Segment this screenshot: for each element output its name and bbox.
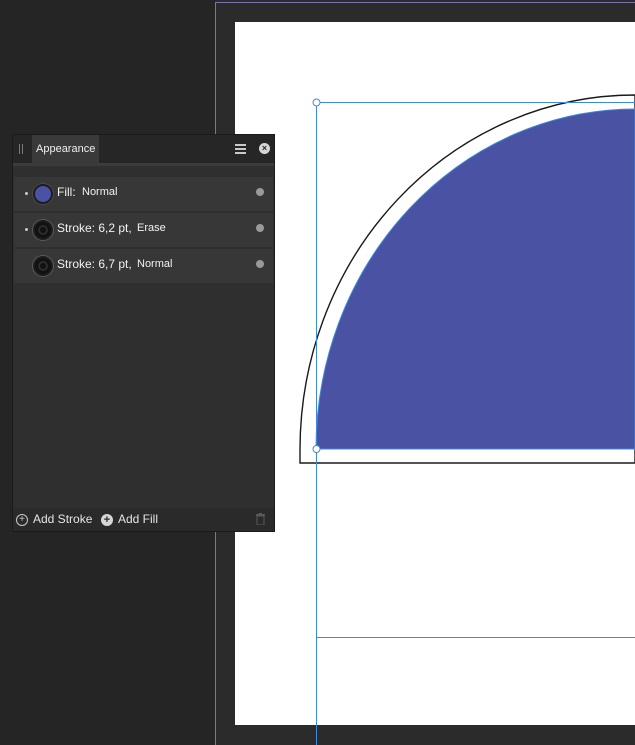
hamburger-menu-icon[interactable] xyxy=(235,143,246,154)
panel-grip-icon[interactable] xyxy=(19,144,24,154)
panel-footer: + Add Stroke + Add Fill xyxy=(13,508,274,531)
visibility-toggle-icon[interactable] xyxy=(256,188,264,196)
node-handle-bottom-left[interactable] xyxy=(312,445,321,453)
stroke-swatch[interactable] xyxy=(33,220,53,240)
visibility-toggle-icon[interactable] xyxy=(256,260,264,268)
close-icon[interactable]: × xyxy=(259,143,270,154)
fill-swatch[interactable] xyxy=(33,184,53,204)
visibility-toggle-icon[interactable] xyxy=(256,224,264,232)
row-label: Stroke: 6,2 pt, xyxy=(57,221,132,235)
blend-mode-label[interactable]: Erase xyxy=(137,213,166,243)
blend-mode-label[interactable]: Normal xyxy=(82,177,117,207)
appearance-panel: Appearance × Fill: Normal Stroke: 6,2 pt… xyxy=(12,134,275,532)
add-fill-icon[interactable]: + xyxy=(101,514,113,526)
stroke-swatch[interactable] xyxy=(33,256,53,276)
row-label: Stroke: 6,7 pt, xyxy=(57,257,132,271)
shape-fill[interactable] xyxy=(315,108,635,450)
add-fill-button[interactable]: Add Fill xyxy=(118,508,158,531)
appearance-row-stroke[interactable]: Stroke: 6,2 pt, Erase xyxy=(14,213,273,247)
tab-appearance[interactable]: Appearance xyxy=(32,135,100,163)
add-stroke-icon[interactable]: + xyxy=(16,514,28,526)
trash-icon[interactable] xyxy=(256,513,265,525)
divider xyxy=(13,163,274,166)
panel-header: Appearance × xyxy=(13,135,274,163)
row-bullet xyxy=(25,228,28,231)
blend-mode-label[interactable]: Normal xyxy=(137,249,172,279)
row-label: Fill: xyxy=(57,185,76,199)
row-bullet xyxy=(25,192,28,195)
appearance-row-stroke[interactable]: Stroke: 6,7 pt, Normal xyxy=(14,249,273,283)
add-stroke-button[interactable]: Add Stroke xyxy=(33,508,92,531)
appearance-row-fill[interactable]: Fill: Normal xyxy=(14,177,273,211)
selection-handle-top-left[interactable] xyxy=(312,98,321,107)
